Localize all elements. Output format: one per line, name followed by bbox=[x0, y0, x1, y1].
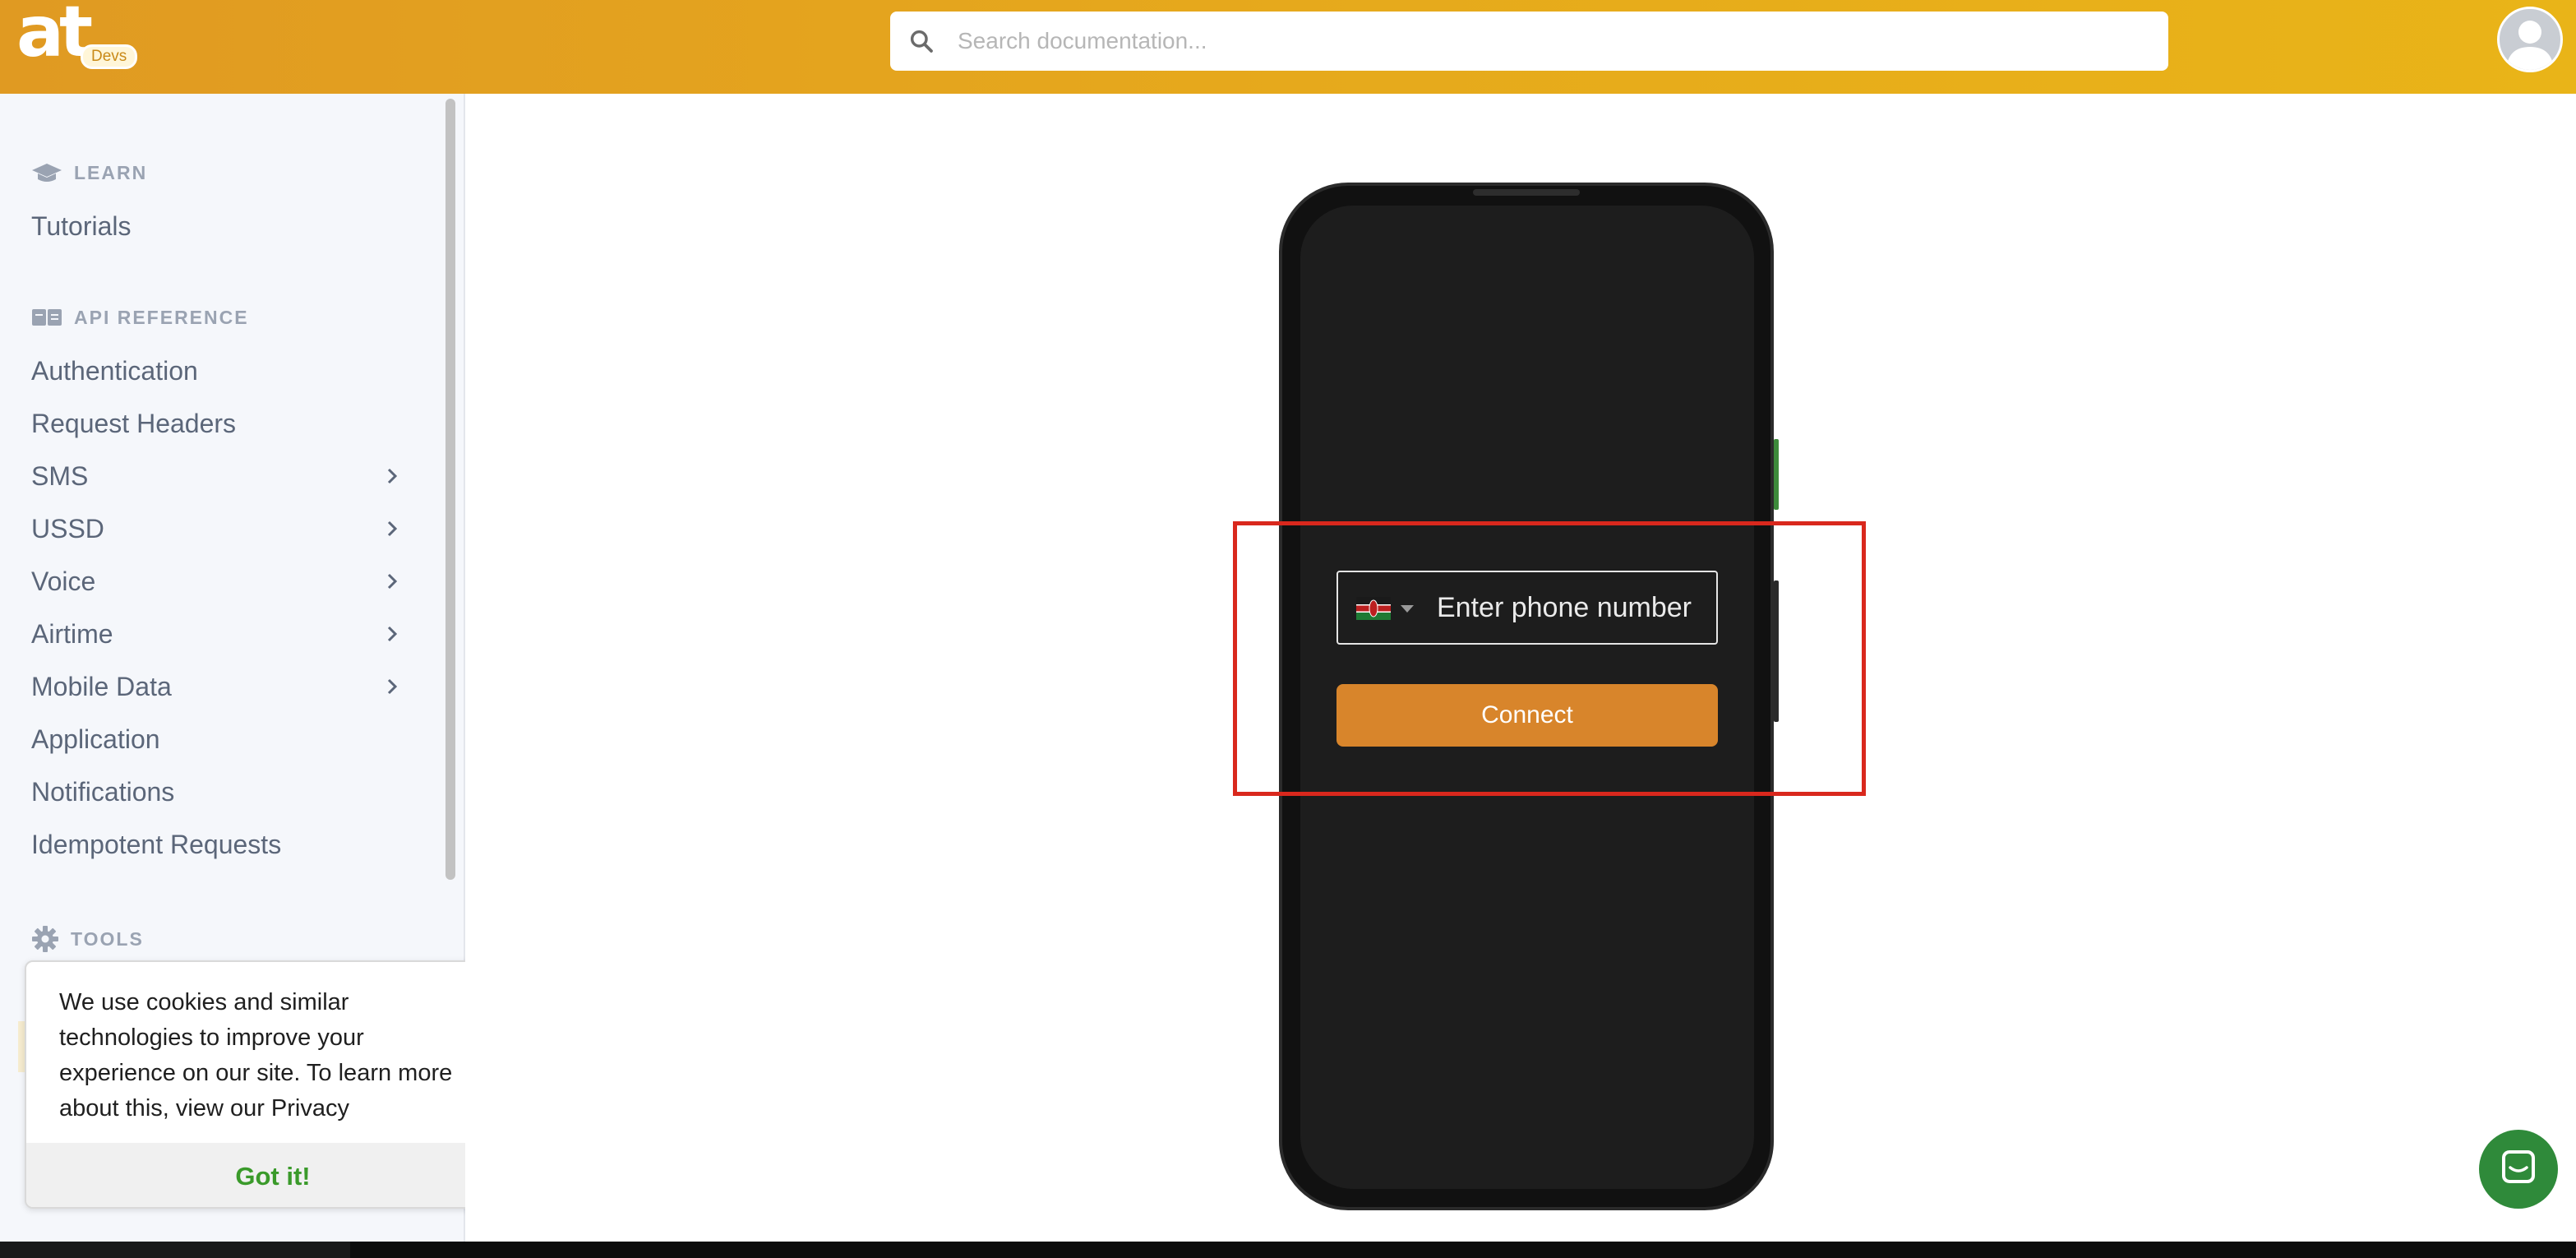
cookie-banner: We use cookies and similar technologies … bbox=[25, 960, 518, 1209]
gear-icon bbox=[32, 926, 58, 952]
top-header: at Devs bbox=[0, 0, 2576, 94]
sidebar-item-application[interactable]: Application bbox=[31, 719, 401, 760]
section-title: TOOLS bbox=[71, 927, 144, 950]
sidebar-item-idempotent-requests[interactable]: Idempotent Requests bbox=[31, 824, 401, 865]
search-bar[interactable] bbox=[890, 12, 2168, 71]
section-learn: LEARN bbox=[31, 156, 147, 189]
sidebar-item-label: USSD bbox=[31, 513, 104, 543]
user-icon bbox=[2506, 21, 2554, 70]
accept-cookies-button[interactable]: Got it! bbox=[26, 1143, 516, 1207]
sidebar-item-notifications[interactable]: Notifications bbox=[31, 771, 401, 812]
graduation-cap-icon bbox=[32, 164, 62, 182]
sidebar-item-mobile-data[interactable]: Mobile Data bbox=[31, 666, 401, 707]
book-icon bbox=[32, 309, 62, 326]
sidebar-item-request-headers[interactable]: Request Headers bbox=[31, 403, 401, 444]
chevron-right-icon bbox=[387, 626, 398, 642]
sidebar-item-label: Airtime bbox=[31, 618, 113, 649]
chevron-right-icon bbox=[387, 573, 398, 590]
logo-badge: Devs bbox=[81, 44, 138, 69]
phone-notch bbox=[1473, 189, 1580, 196]
chat-launcher-button[interactable] bbox=[2479, 1130, 2558, 1209]
chevron-right-icon bbox=[387, 468, 398, 484]
highlight-box bbox=[1233, 521, 1866, 796]
sidebar-item-tutorials[interactable]: Tutorials bbox=[31, 206, 401, 247]
logo-text: at bbox=[16, 0, 93, 73]
taskbar-segment bbox=[350, 1242, 2576, 1258]
logo[interactable]: at Devs bbox=[16, 0, 140, 71]
sidebar-item-label: Mobile Data bbox=[31, 671, 172, 701]
sidebar-scrollbar-thumb[interactable] bbox=[445, 99, 455, 880]
sidebar-item-label: Tutorials bbox=[31, 210, 132, 241]
chat-icon bbox=[2502, 1150, 2535, 1183]
section-title: API REFERENCE bbox=[74, 306, 249, 328]
section-tools: TOOLS bbox=[31, 923, 144, 955]
section-title: LEARN bbox=[74, 161, 148, 183]
sidebar-item-label: Request Headers bbox=[31, 408, 237, 438]
chevron-right-icon bbox=[387, 678, 398, 695]
sidebar-item-sms[interactable]: SMS bbox=[31, 456, 401, 497]
search-icon bbox=[910, 30, 933, 53]
sidebar-item-label: Authentication bbox=[31, 355, 198, 386]
sidebar-item-label: Notifications bbox=[31, 776, 175, 807]
section-api-reference: API REFERENCE bbox=[31, 301, 249, 334]
search-input[interactable] bbox=[956, 12, 2140, 71]
sidebar-item-label: Application bbox=[31, 724, 160, 754]
sidebar-item-authentication[interactable]: Authentication bbox=[31, 350, 401, 391]
sidebar-item-label: SMS bbox=[31, 460, 89, 491]
sidebar-item-airtime[interactable]: Airtime bbox=[31, 613, 401, 654]
sidebar-item-ussd[interactable]: USSD bbox=[31, 508, 401, 549]
chevron-right-icon bbox=[387, 520, 398, 537]
sidebar-item-voice[interactable]: Voice bbox=[31, 561, 401, 602]
avatar[interactable] bbox=[2497, 7, 2563, 72]
sidebar-item-label: Voice bbox=[31, 566, 96, 596]
cookie-message: We use cookies and similar technologies … bbox=[59, 989, 453, 1122]
phone-side-button bbox=[1774, 439, 1779, 510]
sidebar-item-label: Idempotent Requests bbox=[31, 829, 282, 859]
